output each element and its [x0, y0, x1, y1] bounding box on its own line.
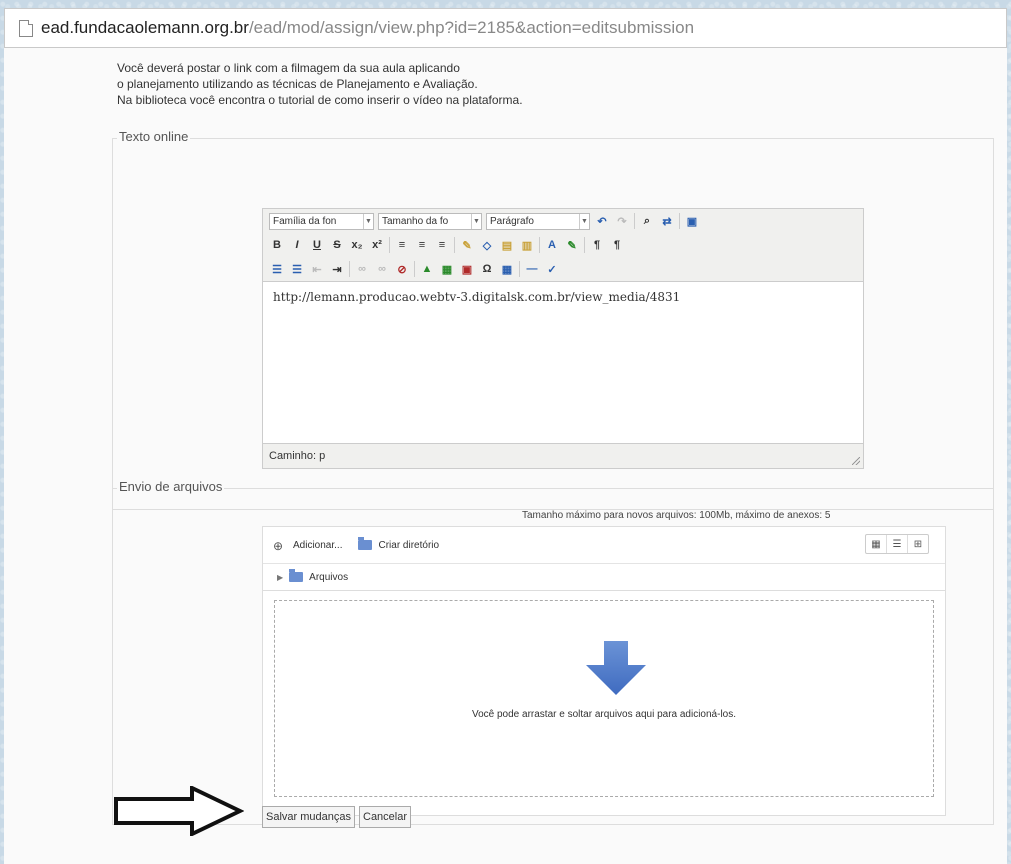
- toolbar-separator: [389, 237, 390, 253]
- folder-label[interactable]: Arquivos: [309, 572, 348, 583]
- pointing-arrow-icon: [114, 786, 244, 836]
- align-left-icon[interactable]: ≡: [394, 237, 410, 253]
- highlight-color-icon[interactable]: ✎: [564, 237, 580, 253]
- save-changes-button[interactable]: Salvar mudanças: [262, 806, 355, 828]
- folder-icon: [358, 537, 373, 550]
- create-directory-label: Criar diretório: [378, 539, 440, 551]
- online-text-legend: Texto online: [117, 129, 191, 144]
- folder-icon: [289, 569, 304, 582]
- chevron-down-icon: ▼: [471, 213, 481, 229]
- replace-icon[interactable]: ⇄: [659, 213, 675, 229]
- toolbar-separator: [539, 237, 540, 253]
- grid-view-icon[interactable]: ▦: [866, 535, 887, 553]
- no-link-icon[interactable]: ⊘: [394, 261, 410, 277]
- font-family-value: Família da fon: [273, 215, 337, 227]
- special-char-icon[interactable]: Ω: [479, 261, 495, 277]
- font-size-select[interactable]: Tamanho da fo ▼: [378, 212, 482, 230]
- eraser-icon[interactable]: ◇: [479, 237, 495, 253]
- file-picker-toolbar: ⊕ Adicionar... Criar diretório ▦ ☰ ⊞: [263, 527, 945, 564]
- format-value: Parágrafo: [490, 215, 534, 227]
- hr-icon[interactable]: ―: [524, 261, 540, 277]
- toolbar-separator: [414, 261, 415, 277]
- strikethrough-icon[interactable]: S: [329, 237, 345, 253]
- undo-icon[interactable]: ↶: [594, 213, 610, 229]
- editor-content-area[interactable]: http://lemann.producao.webtv-3.digitalsk…: [263, 281, 863, 444]
- editor-toolbar-row-1: Família da fon ▼ Tamanho da fo ▼ Parágrafo…: [263, 209, 863, 233]
- media-icon[interactable]: ▦: [439, 261, 455, 277]
- bullet-list-icon[interactable]: ☰: [269, 261, 285, 277]
- assignment-intro: Você deverá postar o link com a filmagem…: [117, 60, 523, 108]
- add-file-button[interactable]: ⊕ Adicionar...: [273, 539, 343, 553]
- create-directory-button[interactable]: Criar diretório: [358, 537, 440, 551]
- intro-line: Na biblioteca você encontra o tutorial d…: [117, 93, 523, 107]
- editor-path: Caminho: p: [269, 450, 326, 462]
- toolbar-separator: [584, 237, 585, 253]
- toolbar-separator: [349, 261, 350, 277]
- page-content: Você deverá postar o link com a filmagem…: [4, 48, 1007, 864]
- cancel-button[interactable]: Cancelar: [359, 806, 412, 828]
- editor-toolbar-row-2: B I U S x₂ x² ≡ ≡ ≡ ✎ ◇ ▤ ▥ A ✎ ¶ ¶: [263, 233, 863, 257]
- font-size-value: Tamanho da fo: [382, 215, 449, 227]
- align-center-icon[interactable]: ≡: [414, 237, 430, 253]
- list-view-icon[interactable]: ☰: [887, 535, 908, 553]
- resize-handle-icon[interactable]: [852, 457, 860, 465]
- image-icon[interactable]: ▲: [419, 261, 435, 277]
- superscript-icon[interactable]: x²: [369, 237, 385, 253]
- intro-line: Você deverá postar o link com a filmagem…: [117, 61, 460, 75]
- underline-icon[interactable]: U: [309, 237, 325, 253]
- editor-toolbar-row-3: ☰ ☰ ⇤ ⇥ ∞ ∞ ⊘ ▲ ▦ ▣ Ω ▦ ― ✓: [263, 257, 863, 281]
- embed-icon[interactable]: ▣: [459, 261, 475, 277]
- max-size-note: Tamanho máximo para novos arquivos: 100M…: [522, 510, 831, 521]
- paste-word-icon[interactable]: ▥: [519, 237, 535, 253]
- url-path: /ead/mod/assign/view.php?id=2185&action=…: [248, 18, 695, 37]
- format-select[interactable]: Parágrafo ▼: [486, 212, 590, 230]
- spellcheck-icon[interactable]: ✓: [544, 261, 560, 277]
- fullscreen-icon[interactable]: ▣: [684, 213, 700, 229]
- view-mode-toggle: ▦ ☰ ⊞: [865, 534, 929, 554]
- font-family-select[interactable]: Família da fon ▼: [269, 212, 374, 230]
- chevron-down-icon: ▼: [363, 213, 373, 229]
- ltr-icon[interactable]: ¶: [589, 237, 605, 253]
- indent-icon[interactable]: ⇥: [329, 261, 345, 277]
- toolbar-separator: [519, 261, 520, 277]
- download-arrow-icon: [586, 641, 646, 695]
- browser-window: ead.fundacaolemann.org.br/ead/mod/assign…: [0, 0, 1011, 864]
- redo-icon[interactable]: ↷: [614, 213, 630, 229]
- unlink-icon[interactable]: ∞: [374, 261, 390, 277]
- form-actions: Salvar mudanças Cancelar: [262, 806, 412, 828]
- expand-caret-icon[interactable]: ▶: [277, 573, 283, 582]
- add-file-label: Adicionar...: [293, 539, 343, 551]
- numbered-list-icon[interactable]: ☰: [289, 261, 305, 277]
- folder-path: ▶ Arquivos: [263, 564, 945, 591]
- text-color-icon[interactable]: A: [544, 237, 560, 253]
- table-icon[interactable]: ▦: [499, 261, 515, 277]
- toolbar-separator: [679, 213, 680, 229]
- file-submission-legend: Envio de arquivos: [117, 479, 225, 494]
- subscript-icon[interactable]: x₂: [349, 237, 365, 253]
- chevron-down-icon: ▼: [579, 213, 589, 229]
- add-file-icon: ⊕: [273, 539, 284, 553]
- drop-instructions: Você pode arrastar e soltar arquivos aqu…: [471, 709, 737, 720]
- bold-icon[interactable]: B: [269, 237, 285, 253]
- intro-line: o planejamento utilizando as técnicas de…: [117, 77, 478, 91]
- url-domain: ead.fundacaolemann.org.br: [41, 18, 249, 37]
- page-icon: [19, 19, 33, 37]
- italic-icon[interactable]: I: [289, 237, 305, 253]
- tree-view-icon[interactable]: ⊞: [908, 535, 928, 553]
- outdent-icon[interactable]: ⇤: [309, 261, 325, 277]
- file-drop-zone[interactable]: Você pode arrastar e soltar arquivos aqu…: [274, 600, 934, 797]
- address-bar[interactable]: ead.fundacaolemann.org.br/ead/mod/assign…: [4, 8, 1007, 48]
- toolbar-separator: [454, 237, 455, 253]
- file-picker: ⊕ Adicionar... Criar diretório ▦ ☰ ⊞ ▶ A…: [262, 526, 946, 816]
- align-right-icon[interactable]: ≡: [434, 237, 450, 253]
- clean-icon[interactable]: ✎: [459, 237, 475, 253]
- rtl-icon[interactable]: ¶: [609, 237, 625, 253]
- rich-text-editor: Família da fon ▼ Tamanho da fo ▼ Parágrafo…: [262, 208, 864, 469]
- toolbar-separator: [634, 213, 635, 229]
- link-icon[interactable]: ∞: [354, 261, 370, 277]
- editor-status-bar: Caminho: p: [263, 444, 863, 468]
- paste-icon[interactable]: ▤: [499, 237, 515, 253]
- editor-content-text: http://lemann.producao.webtv-3.digitalsk…: [273, 290, 681, 304]
- find-icon[interactable]: ⌕: [639, 213, 655, 229]
